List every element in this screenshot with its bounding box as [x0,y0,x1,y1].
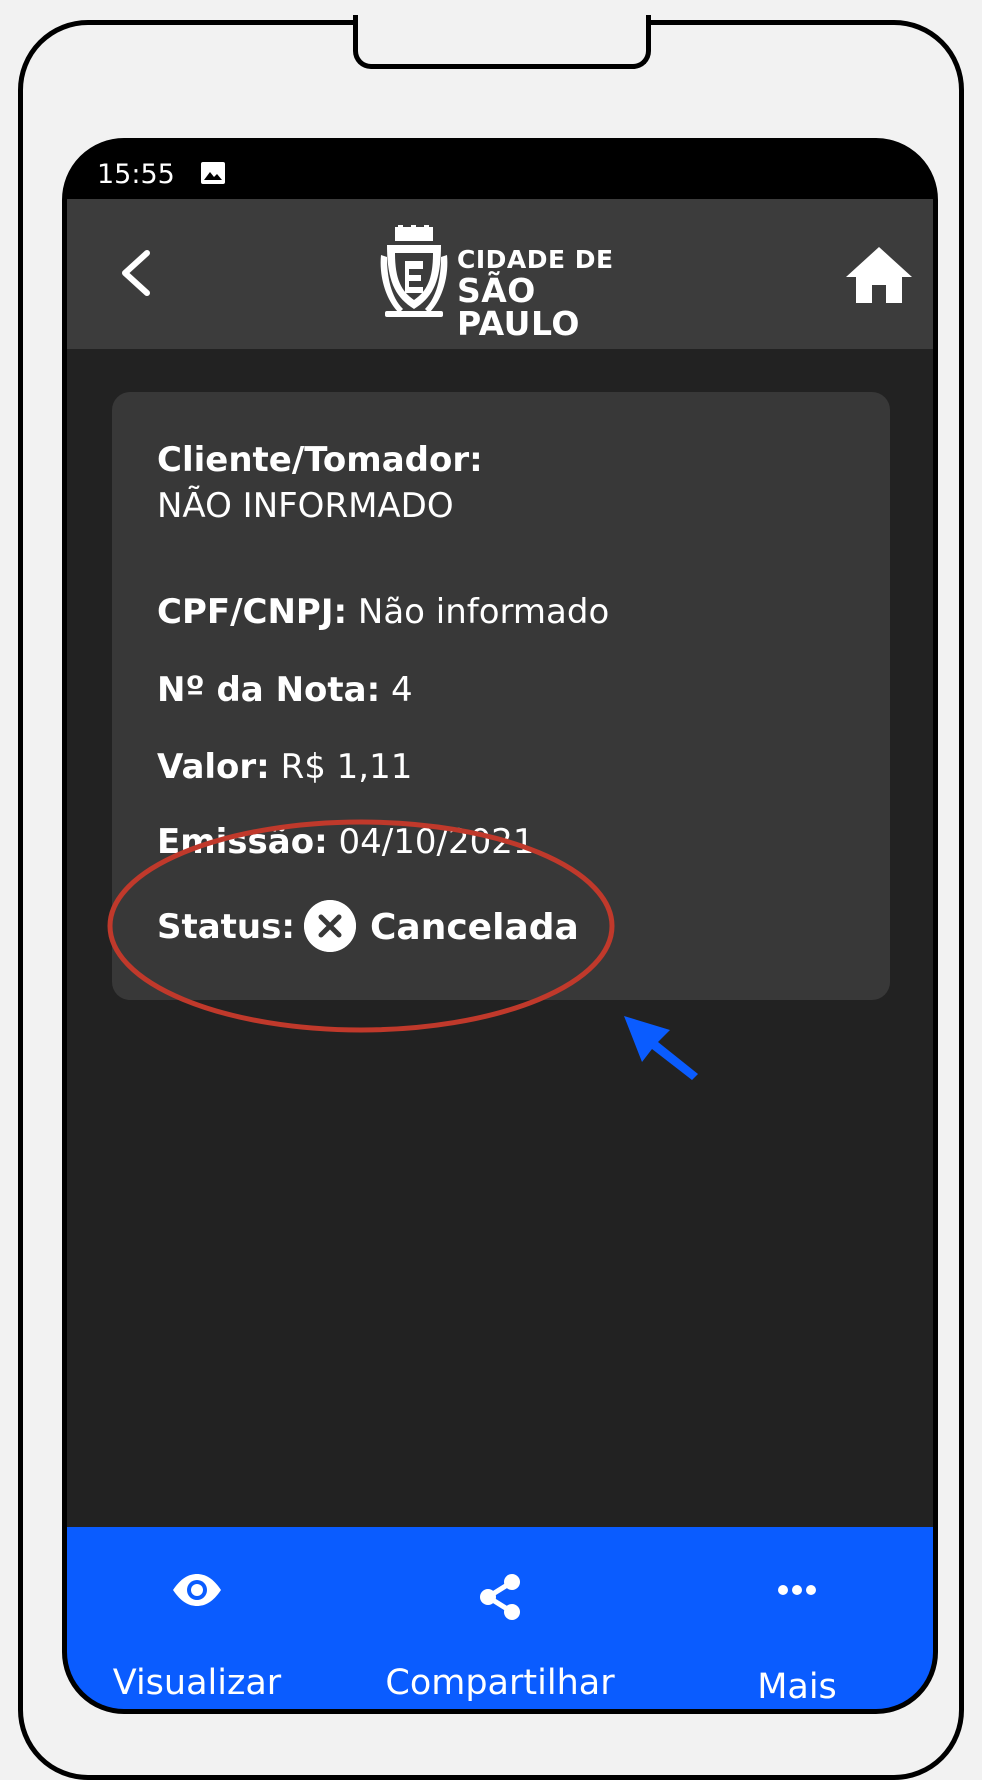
image-icon [201,162,225,184]
share-label: Compartilhar [385,1663,615,1703]
client-label: Cliente/Tomador: [157,440,483,480]
phone-notch [353,15,651,69]
more-horizontal-icon [778,1585,816,1595]
amount-label: Valor: [157,747,270,787]
annotation-arrow-icon [624,1016,698,1080]
chevron-left-icon[interactable] [111,243,161,303]
invoice-number-row: Nº da Nota: 4 [157,670,413,710]
more-label: Mais [757,1667,837,1707]
client-value: NÃO INFORMADO [157,486,454,526]
annotation-ellipse [107,819,615,1033]
logo-text-line1: CIDADE DE [457,245,614,274]
cpf-cnpj-label: CPF/CNPJ: [157,592,348,632]
cpf-cnpj-row: CPF/CNPJ: Não informado [157,592,609,632]
eye-icon [173,1574,221,1606]
invoice-number-value: 4 [391,670,413,710]
app-bar: CIDADE DE SÃO PAULO [67,199,933,349]
amount-row: Valor: R$ 1,11 [157,747,412,787]
visualize-label: Visualizar [112,1663,282,1703]
visualize-button[interactable]: Visualizar [97,1527,297,1709]
city-crest-icon [380,225,448,317]
more-button[interactable]: Mais [737,1527,857,1709]
status-time: 15:55 [97,159,175,190]
invoice-number-label: Nº da Nota: [157,670,381,710]
bottom-navigation: Visualizar Compartilhar Mais [67,1527,933,1709]
cpf-cnpj-value: Não informado [357,592,610,632]
logo-text-line2: SÃO PAULO [457,271,580,343]
share-icon [480,1574,520,1620]
status-bar: 15:55 [67,143,933,199]
amount-value: R$ 1,11 [280,747,413,787]
city-logo: CIDADE DE SÃO PAULO [379,225,669,340]
share-button[interactable]: Compartilhar [350,1527,650,1709]
home-icon[interactable] [844,243,914,307]
